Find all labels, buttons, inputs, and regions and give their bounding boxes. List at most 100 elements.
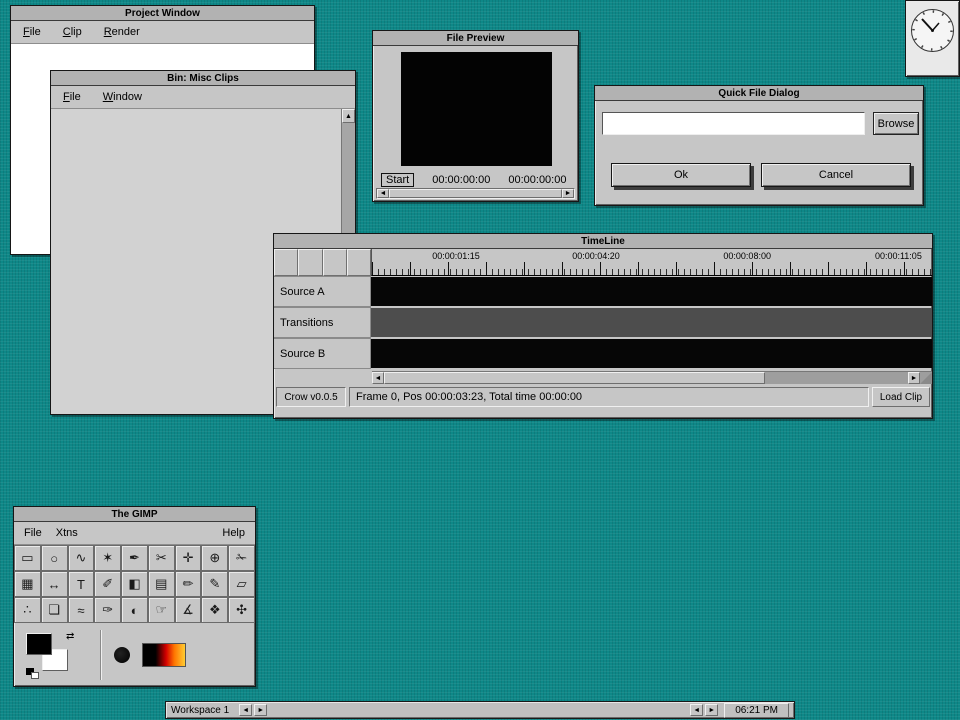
timeline-tool-cells [274,249,371,276]
tool-fuzzy-select[interactable]: ✶ [94,545,121,571]
cancel-button[interactable]: Cancel [761,163,911,187]
file-preview-body: Start 00:00:00:00 00:00:00:00 ◄ ► [373,46,578,202]
tasklist-prev-button[interactable]: ◄ [690,704,703,716]
preview-scrollbar[interactable]: ◄ ► [376,188,575,199]
bin-menu-file[interactable]: File [63,91,81,103]
divider [100,630,102,680]
tool-bucket-fill[interactable]: ◧ [121,571,148,597]
eraser-icon: ▱ [237,576,247,592]
project-menu-clip[interactable]: Clip [63,26,82,38]
preview-scrollbar-thumb[interactable] [389,189,562,198]
scroll-right-icon[interactable]: ► [908,372,920,384]
tool-by-color-select[interactable]: ❖ [201,597,228,623]
tasklist-next-button[interactable]: ► [705,704,718,716]
ok-button[interactable]: Ok [611,163,751,187]
gimp-menu-xtns[interactable]: Xtns [56,527,78,539]
taskbar-clock: 06:21 PM [724,703,789,718]
project-menu-file[interactable]: File [23,26,41,38]
desktop: Project Window File Clip Render Bin: Mis… [0,0,960,720]
file-preview-titlebar[interactable]: File Preview [373,31,578,46]
tool-transform[interactable]: ▦ [14,571,41,597]
tool-pencil[interactable]: ✏ [175,571,202,597]
tool-text[interactable]: T [68,571,95,597]
swap-colors-icon[interactable]: ⇄ [66,631,74,642]
foreground-color-swatch[interactable] [26,633,52,655]
resize-grip[interactable] [920,372,932,384]
timeline-scrollbar-thumb[interactable] [384,372,765,384]
project-window-title: Project Window [125,8,200,19]
text-icon: T [77,577,85,592]
gimp-menu-file[interactable]: File [24,527,42,539]
ink-icon: ✑ [102,602,113,618]
timeline-tool-cell[interactable] [323,249,347,276]
quick-file-dialog-titlebar[interactable]: Quick File Dialog [595,86,923,101]
track-clip-area[interactable] [371,277,932,306]
tool-scissors[interactable]: ✂ [148,545,175,571]
workspace-next-button[interactable]: ► [254,704,267,716]
brush-preview[interactable] [114,647,130,663]
quick-file-dialog: Quick File Dialog Browse Ok Cancel [594,85,924,206]
tool-blend[interactable]: ▤ [148,571,175,597]
gradient-preview[interactable] [142,643,186,667]
file-path-input[interactable] [602,112,865,135]
start-button[interactable]: Start [381,173,414,187]
bin-menu-window[interactable]: Window [103,91,142,103]
app-version-label: Crow v0.0.5 [276,387,346,407]
browse-button[interactable]: Browse [873,112,919,135]
track-label: Source A [274,276,371,307]
gimp-menu-help[interactable]: Help [222,527,245,539]
tool-smudge[interactable]: ☞ [148,597,175,623]
tool-airbrush[interactable]: ∴ [14,597,41,623]
tool-eraser[interactable]: ▱ [228,571,255,597]
tool-bezier-select[interactable]: ✒ [121,545,148,571]
tool-path[interactable]: ✣ [228,597,255,623]
tool-measure[interactable]: ∡ [175,597,202,623]
timeline-titlebar[interactable]: TimeLine [274,234,932,249]
tool-convolve[interactable]: ≈ [68,597,95,623]
free-select-icon: ∿ [75,550,86,566]
ruler-label: 00:00:11:05 [875,251,922,261]
track-row-source-a: Source A [274,276,932,307]
workspace-label: Workspace 1 [171,705,229,716]
by-color-select-icon: ❖ [209,602,221,618]
tool-paintbrush[interactable]: ✎ [201,571,228,597]
tool-magnify[interactable]: ⊕ [201,545,228,571]
track-clip-area[interactable] [371,308,932,337]
timeline-tool-cell[interactable] [274,249,298,276]
timeline-scrollbar[interactable]: ◄ ► [372,371,932,384]
tool-flip[interactable]: ↔ [41,571,68,597]
scroll-right-icon[interactable]: ► [562,189,574,198]
bin-window-titlebar[interactable]: Bin: Misc Clips [51,71,355,86]
airbrush-icon: ∴ [23,602,31,618]
ruler-ticks [372,262,932,275]
preview-out-time: 00:00:00:00 [508,174,566,186]
workspace-prev-button[interactable]: ◄ [239,704,252,716]
project-window-titlebar[interactable]: Project Window [11,6,314,21]
load-clip-button[interactable]: Load Clip [872,387,930,407]
timeline-tool-cell[interactable] [298,249,322,276]
rect-select-icon: ▭ [21,550,33,566]
gimp-tool-grid: ▭ ○ ∿ ✶ ✒ ✂ ✛ ⊕ ✁ ▦ ↔ T ✐ ◧ ▤ ✏ ✎ ▱ ∴ ❏ … [14,545,255,623]
tool-dodge-burn[interactable]: ◐ [121,597,148,623]
tool-rect-select[interactable]: ▭ [14,545,41,571]
paintbrush-icon: ✎ [209,576,220,592]
tool-color-picker[interactable]: ✐ [94,571,121,597]
tool-clone[interactable]: ❏ [41,597,68,623]
timeline-tool-cell[interactable] [347,249,371,276]
scroll-left-icon[interactable]: ◄ [372,372,384,384]
track-clip-area[interactable] [371,339,932,368]
timeline-scrollbar-trough[interactable] [765,372,908,384]
scroll-left-icon[interactable]: ◄ [377,189,389,198]
project-menu-render[interactable]: Render [104,26,140,38]
tool-crop[interactable]: ✁ [228,545,255,571]
tool-ink[interactable]: ✑ [94,597,121,623]
scroll-up-icon[interactable]: ▲ [342,109,355,123]
tool-free-select[interactable]: ∿ [68,545,95,571]
default-colors-icon[interactable] [26,668,40,679]
timeline-ruler[interactable]: 00:00:01:15 00:00:04:20 00:00:08:00 00:0… [371,249,932,276]
ruler-label: 00:00:08:00 [723,251,771,261]
tool-move[interactable]: ✛ [175,545,202,571]
tool-ellipse-select[interactable]: ○ [41,545,68,571]
gimp-titlebar[interactable]: The GIMP [14,507,255,522]
bucket-fill-icon: ◧ [128,576,140,592]
